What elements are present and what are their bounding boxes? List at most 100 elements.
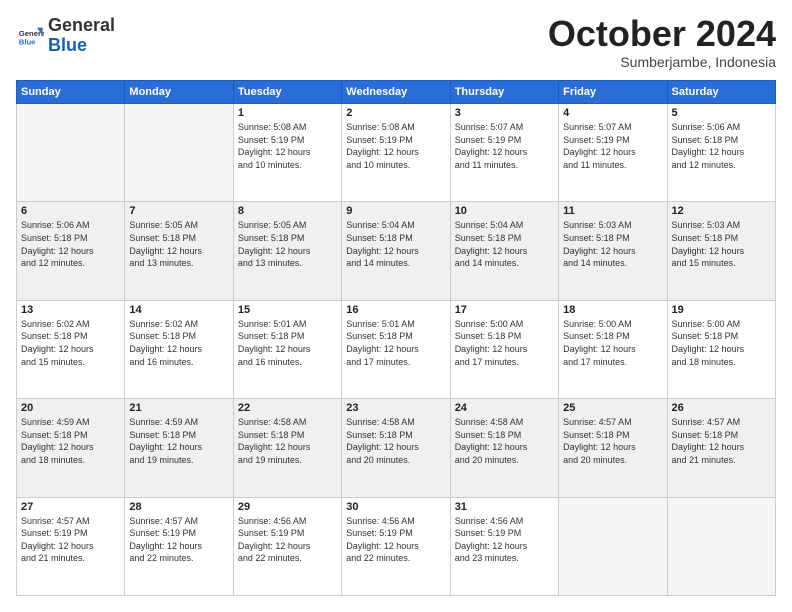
header: General Blue General Blue October 2024 S… bbox=[16, 16, 776, 70]
day-info: Sunrise: 5:06 AM Sunset: 5:18 PM Dayligh… bbox=[672, 121, 771, 171]
day-number: 27 bbox=[21, 501, 120, 513]
header-saturday: Saturday bbox=[667, 81, 775, 104]
day-number: 18 bbox=[563, 304, 662, 316]
day-info: Sunrise: 5:02 AM Sunset: 5:18 PM Dayligh… bbox=[21, 318, 120, 368]
calendar-cell-w0-d0 bbox=[17, 104, 125, 202]
calendar-cell-w1-d3: 9 Sunrise: 5:04 AM Sunset: 5:18 PM Daylig… bbox=[342, 202, 450, 300]
day-info: Sunrise: 4:56 AM Sunset: 5:19 PM Dayligh… bbox=[346, 515, 445, 565]
calendar-cell-w3-d2: 22Sunrise: 4:58 AM Sunset: 5:18 PM Dayli… bbox=[233, 399, 341, 497]
day-number: 21 bbox=[129, 402, 228, 414]
calendar-cell-w3-d3: 23 Sunrise: 4:58 AM Sunset: 5:18 PM Dayli… bbox=[342, 399, 450, 497]
day-number: 2 bbox=[346, 107, 445, 119]
day-info: Sunrise: 5:02 AM Sunset: 5:18 PM Dayligh… bbox=[129, 318, 228, 368]
day-info: Sunrise: 4:59 AM Sunset: 5:18 PM Dayligh… bbox=[21, 416, 120, 466]
day-number: 19 bbox=[672, 304, 771, 316]
calendar-cell-w0-d3: 2 Sunrise: 5:08 AM Sunset: 5:19 PM Daylig… bbox=[342, 104, 450, 202]
week-row-4: 27 Sunrise: 4:57 AM Sunset: 5:19 PM Dayli… bbox=[17, 497, 776, 595]
svg-text:Blue: Blue bbox=[19, 37, 36, 46]
day-number: 7 bbox=[129, 205, 228, 217]
page: General Blue General Blue October 2024 S… bbox=[0, 0, 792, 612]
day-info: Sunrise: 4:58 AM Sunset: 5:18 PM Dayligh… bbox=[455, 416, 554, 466]
week-row-2: 13 Sunrise: 5:02 AM Sunset: 5:18 PM Dayli… bbox=[17, 300, 776, 398]
day-info: Sunrise: 4:57 AM Sunset: 5:19 PM Dayligh… bbox=[129, 515, 228, 565]
header-monday: Monday bbox=[125, 81, 233, 104]
day-number: 10 bbox=[455, 205, 554, 217]
day-info: Sunrise: 4:56 AM Sunset: 5:19 PM Dayligh… bbox=[455, 515, 554, 565]
day-number: 20 bbox=[21, 402, 120, 414]
day-info: Sunrise: 5:01 AM Sunset: 5:18 PM Dayligh… bbox=[346, 318, 445, 368]
calendar-cell-w2-d6: 19 Sunrise: 5:00 AM Sunset: 5:18 PM Dayli… bbox=[667, 300, 775, 398]
day-number: 4 bbox=[563, 107, 662, 119]
day-number: 24 bbox=[455, 402, 554, 414]
day-info: Sunrise: 5:00 AM Sunset: 5:18 PM Dayligh… bbox=[455, 318, 554, 368]
day-number: 15 bbox=[238, 304, 337, 316]
day-info: Sunrise: 5:00 AM Sunset: 5:18 PM Dayligh… bbox=[672, 318, 771, 368]
logo-icon: General Blue bbox=[16, 22, 44, 50]
calendar-cell-w1-d0: 6Sunrise: 5:06 AM Sunset: 5:18 PM Daylig… bbox=[17, 202, 125, 300]
day-info: Sunrise: 5:08 AM Sunset: 5:19 PM Dayligh… bbox=[238, 121, 337, 171]
day-info: Sunrise: 4:57 AM Sunset: 5:18 PM Dayligh… bbox=[672, 416, 771, 466]
day-number: 12 bbox=[672, 205, 771, 217]
day-number: 22 bbox=[238, 402, 337, 414]
day-info: Sunrise: 5:04 AM Sunset: 5:18 PM Dayligh… bbox=[455, 219, 554, 269]
month-title: October 2024 bbox=[548, 16, 776, 52]
week-row-1: 6Sunrise: 5:06 AM Sunset: 5:18 PM Daylig… bbox=[17, 202, 776, 300]
calendar-cell-w0-d1 bbox=[125, 104, 233, 202]
day-info: Sunrise: 5:01 AM Sunset: 5:18 PM Dayligh… bbox=[238, 318, 337, 368]
calendar-cell-w4-d0: 27Sunrise: 4:57 AM Sunset: 5:19 PM Dayli… bbox=[17, 497, 125, 595]
calendar-cell-w3-d0: 20 Sunrise: 4:59 AM Sunset: 5:18 PM Dayli… bbox=[17, 399, 125, 497]
day-number: 17 bbox=[455, 304, 554, 316]
week-row-3: 20 Sunrise: 4:59 AM Sunset: 5:18 PM Dayli… bbox=[17, 399, 776, 497]
day-info: Sunrise: 5:07 AM Sunset: 5:19 PM Dayligh… bbox=[563, 121, 662, 171]
day-number: 28 bbox=[129, 501, 228, 513]
day-number: 16 bbox=[346, 304, 445, 316]
header-thursday: Thursday bbox=[450, 81, 558, 104]
day-number: 5 bbox=[672, 107, 771, 119]
day-number: 13 bbox=[21, 304, 120, 316]
day-info: Sunrise: 4:58 AM Sunset: 5:18 PM Dayligh… bbox=[346, 416, 445, 466]
header-tuesday: Tuesday bbox=[233, 81, 341, 104]
calendar-cell-w1-d5: 11 Sunrise: 5:03 AM Sunset: 5:18 PM Dayli… bbox=[559, 202, 667, 300]
day-info: Sunrise: 5:03 AM Sunset: 5:18 PM Dayligh… bbox=[563, 219, 662, 269]
calendar-cell-w4-d3: 30 Sunrise: 4:56 AM Sunset: 5:19 PM Dayli… bbox=[342, 497, 450, 595]
day-info: Sunrise: 4:59 AM Sunset: 5:18 PM Dayligh… bbox=[129, 416, 228, 466]
header-friday: Friday bbox=[559, 81, 667, 104]
day-info: Sunrise: 4:56 AM Sunset: 5:19 PM Dayligh… bbox=[238, 515, 337, 565]
day-number: 11 bbox=[563, 205, 662, 217]
calendar-cell-w4-d6 bbox=[667, 497, 775, 595]
day-number: 14 bbox=[129, 304, 228, 316]
day-number: 29 bbox=[238, 501, 337, 513]
day-info: Sunrise: 5:05 AM Sunset: 5:18 PM Dayligh… bbox=[238, 219, 337, 269]
header-sunday: Sunday bbox=[17, 81, 125, 104]
day-info: Sunrise: 5:08 AM Sunset: 5:19 PM Dayligh… bbox=[346, 121, 445, 171]
day-info: Sunrise: 5:00 AM Sunset: 5:18 PM Dayligh… bbox=[563, 318, 662, 368]
day-number: 8 bbox=[238, 205, 337, 217]
calendar-cell-w3-d5: 25Sunrise: 4:57 AM Sunset: 5:18 PM Dayli… bbox=[559, 399, 667, 497]
day-number: 25 bbox=[563, 402, 662, 414]
day-number: 23 bbox=[346, 402, 445, 414]
calendar-cell-w2-d2: 15 Sunrise: 5:01 AM Sunset: 5:18 PM Dayli… bbox=[233, 300, 341, 398]
weekday-header-row: Sunday Monday Tuesday Wednesday Thursday… bbox=[17, 81, 776, 104]
calendar-table: Sunday Monday Tuesday Wednesday Thursday… bbox=[16, 80, 776, 596]
day-info: Sunrise: 5:04 AM Sunset: 5:18 PM Dayligh… bbox=[346, 219, 445, 269]
calendar-cell-w0-d6: 5 Sunrise: 5:06 AM Sunset: 5:18 PM Daylig… bbox=[667, 104, 775, 202]
day-number: 30 bbox=[346, 501, 445, 513]
calendar-cell-w3-d4: 24 Sunrise: 4:58 AM Sunset: 5:18 PM Dayli… bbox=[450, 399, 558, 497]
calendar-cell-w1-d1: 7 Sunrise: 5:05 AM Sunset: 5:18 PM Daylig… bbox=[125, 202, 233, 300]
calendar-cell-w4-d4: 31 Sunrise: 4:56 AM Sunset: 5:19 PM Dayli… bbox=[450, 497, 558, 595]
day-number: 26 bbox=[672, 402, 771, 414]
calendar-cell-w2-d3: 16 Sunrise: 5:01 AM Sunset: 5:18 PM Dayli… bbox=[342, 300, 450, 398]
calendar-cell-w0-d5: 4 Sunrise: 5:07 AM Sunset: 5:19 PM Daylig… bbox=[559, 104, 667, 202]
day-number: 9 bbox=[346, 205, 445, 217]
calendar-cell-w1-d4: 10 Sunrise: 5:04 AM Sunset: 5:18 PM Dayli… bbox=[450, 202, 558, 300]
day-info: Sunrise: 5:07 AM Sunset: 5:19 PM Dayligh… bbox=[455, 121, 554, 171]
title-block: October 2024 Sumberjambe, Indonesia bbox=[548, 16, 776, 70]
day-info: Sunrise: 5:06 AM Sunset: 5:18 PM Dayligh… bbox=[21, 219, 120, 269]
day-number: 3 bbox=[455, 107, 554, 119]
day-info: Sunrise: 5:03 AM Sunset: 5:18 PM Dayligh… bbox=[672, 219, 771, 269]
day-info: Sunrise: 5:05 AM Sunset: 5:18 PM Dayligh… bbox=[129, 219, 228, 269]
calendar-cell-w2-d0: 13 Sunrise: 5:02 AM Sunset: 5:18 PM Dayli… bbox=[17, 300, 125, 398]
calendar-cell-w3-d6: 26 Sunrise: 4:57 AM Sunset: 5:18 PM Dayli… bbox=[667, 399, 775, 497]
calendar-cell-w1-d6: 12 Sunrise: 5:03 AM Sunset: 5:18 PM Dayli… bbox=[667, 202, 775, 300]
day-number: 31 bbox=[455, 501, 554, 513]
